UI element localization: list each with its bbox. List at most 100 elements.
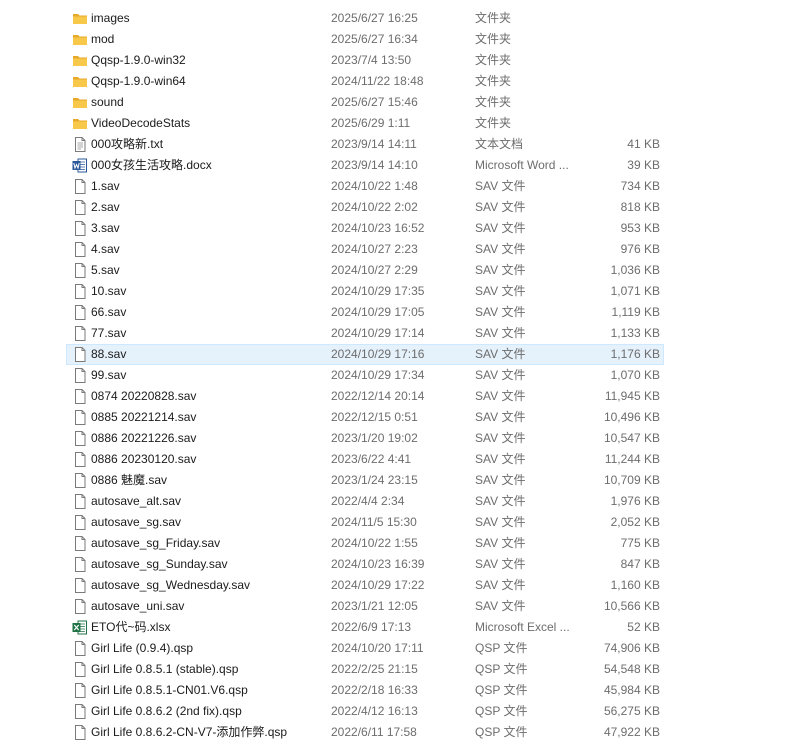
file-row[interactable]: 77.sav 2024/10/29 17:14 SAV 文件 1,133 KB bbox=[0, 323, 786, 344]
file-row[interactable]: sound 2025/6/27 15:46 文件夹 bbox=[0, 92, 786, 113]
file-row[interactable]: 000攻略新.txt 2023/9/14 14:11 文本文档 41 KB bbox=[0, 134, 786, 155]
text-file-icon bbox=[72, 137, 88, 152]
file-type: SAV 文件 bbox=[475, 242, 526, 256]
file-type: SAV 文件 bbox=[475, 179, 526, 193]
file-size: 1,071 KB bbox=[610, 284, 660, 298]
file-row[interactable]: Girl Life 0.8.6.2 (2nd fix).qsp 2022/4/12… bbox=[0, 701, 786, 722]
date-modified: 2023/1/21 12:05 bbox=[331, 599, 418, 613]
file-type: SAV 文件 bbox=[475, 221, 526, 235]
file-name: 1.sav bbox=[91, 179, 120, 193]
file-row[interactable]: Girl Life 0.8.6.2-CN-V7-添加作弊.qsp 2022/6/1… bbox=[0, 722, 786, 743]
file-row[interactable]: 4.sav 2024/10/27 2:23 SAV 文件 976 KB bbox=[0, 239, 786, 260]
file-row[interactable]: autosave_sg_Sunday.sav 2024/10/23 16:39 SA… bbox=[0, 554, 786, 575]
file-size: 10,566 KB bbox=[603, 599, 660, 613]
file-type: SAV 文件 bbox=[475, 515, 526, 529]
file-icon bbox=[72, 347, 88, 362]
file-row[interactable]: 88.sav 2024/10/29 17:16 SAV 文件 1,176 KB bbox=[0, 344, 786, 365]
file-row[interactable]: autosave_sg_Friday.sav 2024/10/22 1:55 SAV… bbox=[0, 533, 786, 554]
date-modified: 2024/10/23 16:39 bbox=[331, 557, 425, 571]
file-name: Girl Life (0.9.4).qsp bbox=[91, 641, 194, 655]
file-size: 47,922 KB bbox=[603, 725, 660, 739]
file-name: autosave_uni.sav bbox=[91, 599, 185, 613]
file-icon bbox=[72, 452, 88, 467]
file-icon bbox=[72, 704, 88, 719]
file-type: SAV 文件 bbox=[475, 578, 526, 592]
file-name: 4.sav bbox=[91, 242, 120, 256]
date-modified: 2024/11/5 15:30 bbox=[331, 515, 417, 529]
file-row[interactable]: 0885 20221214.sav 2022/12/15 0:51 SAV 文件 10… bbox=[0, 407, 786, 428]
file-row[interactable]: 1.sav 2024/10/22 1:48 SAV 文件 734 KB bbox=[0, 176, 786, 197]
file-row[interactable]: autosave_sg_Wednesday.sav 2024/10/29 17:2… bbox=[0, 575, 786, 596]
file-row[interactable]: Qqsp-1.9.0-win64 2024/11/22 18:48 文件夹 bbox=[0, 71, 786, 92]
file-name: 0886 魅魔.sav bbox=[91, 473, 168, 487]
file-size: 847 KB bbox=[620, 557, 660, 571]
file-row[interactable]: Girl Life 0.8.5.1-CN01.V6.qsp 2022/2/18 1… bbox=[0, 680, 786, 701]
file-icon bbox=[72, 305, 88, 320]
file-type: SAV 文件 bbox=[475, 263, 526, 277]
file-icon bbox=[72, 683, 88, 698]
file-row[interactable]: ETO代~码.xlsx 2022/6/9 17:13 Microsoft Excel… bbox=[0, 617, 786, 638]
file-icon bbox=[72, 200, 88, 215]
file-row[interactable]: 5.sav 2024/10/27 2:29 SAV 文件 1,036 KB bbox=[0, 260, 786, 281]
file-icon bbox=[72, 179, 88, 194]
date-modified: 2023/1/24 23:15 bbox=[331, 473, 418, 487]
file-type: SAV 文件 bbox=[475, 473, 526, 487]
file-name: ETO代~码.xlsx bbox=[91, 620, 171, 634]
file-icon bbox=[72, 515, 88, 530]
file-row[interactable]: 3.sav 2024/10/23 16:52 SAV 文件 953 KB bbox=[0, 218, 786, 239]
file-size: 45,984 KB bbox=[603, 683, 660, 697]
file-row[interactable]: 0886 20230120.sav 2023/6/22 4:41 SAV 文件 11,… bbox=[0, 449, 786, 470]
date-modified: 2024/10/29 17:16 bbox=[331, 347, 425, 361]
file-row[interactable]: autosave_uni.sav 2023/1/21 12:05 SAV 文件 10,… bbox=[0, 596, 786, 617]
file-icon bbox=[72, 473, 88, 488]
file-type: SAV 文件 bbox=[475, 368, 526, 382]
file-icon bbox=[72, 725, 88, 740]
file-type: SAV 文件 bbox=[475, 452, 526, 466]
file-name: 000女孩生活攻略.docx bbox=[91, 158, 212, 172]
date-modified: 2024/10/27 2:23 bbox=[331, 242, 418, 256]
date-modified: 2022/2/18 16:33 bbox=[331, 683, 418, 697]
date-modified: 2023/7/4 13:50 bbox=[331, 53, 412, 67]
file-row[interactable]: Qqsp-1.9.0-win32 2023/7/4 13:50 文件夹 bbox=[0, 50, 786, 71]
file-size: 2,052 KB bbox=[610, 515, 660, 529]
file-name: 10.sav bbox=[91, 284, 127, 298]
folder-icon bbox=[72, 32, 88, 47]
file-row[interactable]: 66.sav 2024/10/29 17:05 SAV 文件 1,119 KB bbox=[0, 302, 786, 323]
file-size: 10,709 KB bbox=[603, 473, 660, 487]
file-type: SAV 文件 bbox=[475, 326, 526, 340]
folder-icon bbox=[72, 74, 88, 89]
file-row[interactable]: images 2025/6/27 16:25 文件夹 bbox=[0, 8, 786, 29]
date-modified: 2022/12/15 0:51 bbox=[331, 410, 418, 424]
file-row[interactable]: Girl Life 0.8.5.1 (stable).qsp 2022/2/25 … bbox=[0, 659, 786, 680]
date-modified: 2024/10/27 2:29 bbox=[331, 263, 418, 277]
file-type: SAV 文件 bbox=[475, 200, 526, 214]
file-row[interactable]: autosave_sg.sav 2024/11/5 15:30 SAV 文件 2,05… bbox=[0, 512, 786, 533]
date-modified: 2024/10/29 17:05 bbox=[331, 305, 425, 319]
file-row[interactable]: 2.sav 2024/10/22 2:02 SAV 文件 818 KB bbox=[0, 197, 786, 218]
file-name: mod bbox=[91, 32, 115, 46]
file-row[interactable]: 10.sav 2024/10/29 17:35 SAV 文件 1,071 KB bbox=[0, 281, 786, 302]
file-name: 99.sav bbox=[91, 368, 127, 382]
file-icon bbox=[72, 263, 88, 278]
file-row[interactable]: mod 2025/6/27 16:34 文件夹 bbox=[0, 29, 786, 50]
date-modified: 2023/1/20 19:02 bbox=[331, 431, 418, 445]
file-type: QSP 文件 bbox=[475, 704, 528, 718]
excel-file-icon bbox=[72, 620, 88, 635]
date-modified: 2024/10/22 2:02 bbox=[331, 200, 418, 214]
file-icon bbox=[72, 494, 88, 509]
file-row[interactable]: 0874 20220828.sav 2022/12/14 20:14 SAV 文件 1… bbox=[0, 386, 786, 407]
file-row[interactable]: autosave_alt.sav 2022/4/4 2:34 SAV 文件 1,976… bbox=[0, 491, 786, 512]
file-row[interactable]: VideoDecodeStats 2025/6/29 1:11 文件夹 bbox=[0, 113, 786, 134]
file-size: 11,945 KB bbox=[604, 389, 660, 403]
file-row[interactable]: 0886 20221226.sav 2023/1/20 19:02 SAV 文件 10… bbox=[0, 428, 786, 449]
file-row[interactable]: 000女孩生活攻略.docx 2023/9/14 14:10 Microsoft W… bbox=[0, 155, 786, 176]
file-icon bbox=[72, 221, 88, 236]
file-name: Girl Life 0.8.6.2 (2nd fix).qsp bbox=[91, 704, 242, 718]
file-row[interactable]: 99.sav 2024/10/29 17:34 SAV 文件 1,070 KB bbox=[0, 365, 786, 386]
file-size: 1,133 KB bbox=[610, 326, 660, 340]
file-type: 文本文档 bbox=[475, 137, 524, 151]
file-type: Microsoft Word ... bbox=[475, 158, 569, 172]
file-icon bbox=[72, 326, 88, 341]
file-row[interactable]: 0886 魅魔.sav 2023/1/24 23:15 SAV 文件 10,709 K… bbox=[0, 470, 786, 491]
file-row[interactable]: Girl Life (0.9.4).qsp 2024/10/20 17:11 QSP… bbox=[0, 638, 786, 659]
